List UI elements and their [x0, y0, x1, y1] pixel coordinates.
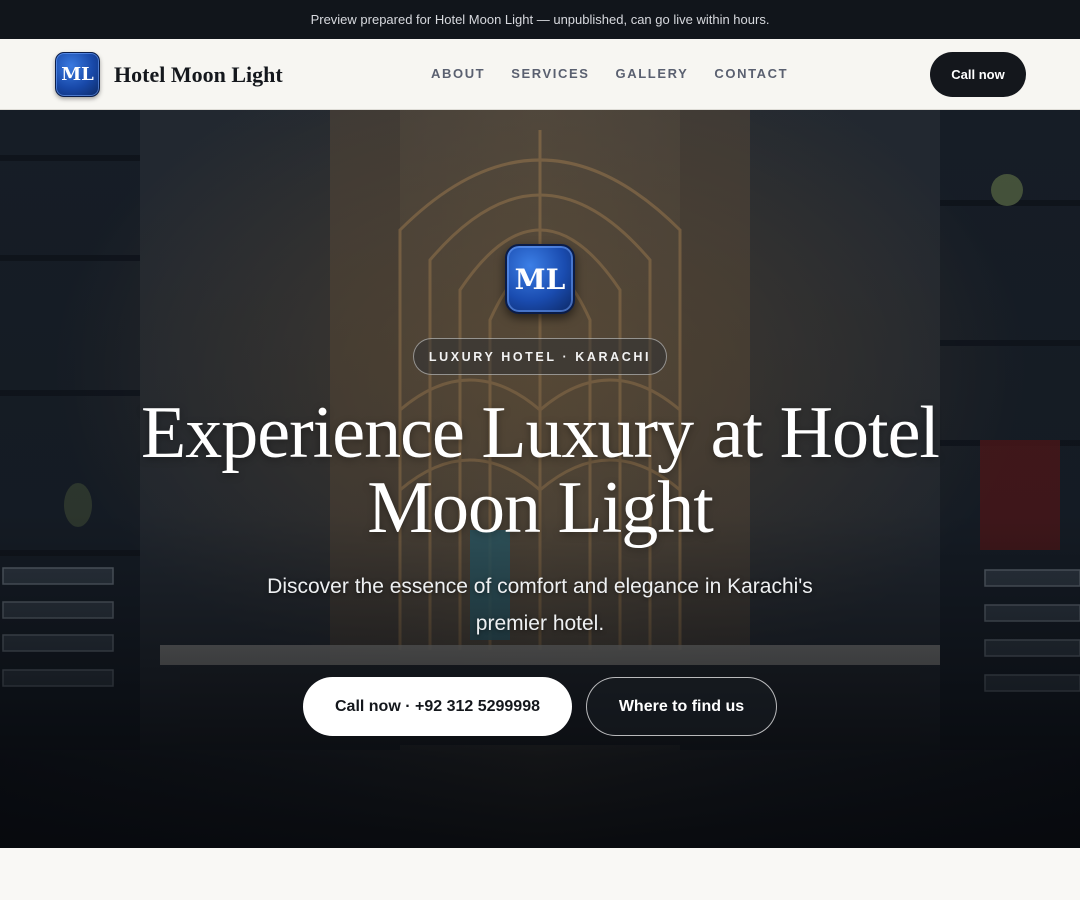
hero-tagline-badge: LUXURY HOTEL · KARACHI [413, 338, 667, 375]
hero-section: ML LUXURY HOTEL · KARACHI Experience Lux… [0, 110, 1080, 848]
nav-services[interactable]: SERVICES [511, 66, 589, 81]
site-header: ML Hotel Moon Light ABOUT SERVICES GALLE… [0, 39, 1080, 110]
preview-banner-text: Preview prepared for Hotel Moon Light — … [310, 12, 770, 27]
main-nav: ABOUT SERVICES GALLERY CONTACT [431, 66, 814, 81]
hero-subtitle: Discover the essence of comfort and eleg… [267, 575, 813, 635]
hero-logo: ML [505, 244, 575, 314]
nav-gallery[interactable]: GALLERY [616, 66, 689, 81]
next-section [0, 848, 1080, 900]
brand[interactable]: ML Hotel Moon Light [55, 52, 283, 97]
nav-contact[interactable]: CONTACT [714, 66, 788, 81]
nav-about[interactable]: ABOUT [431, 66, 485, 81]
hero-logo-text: ML [514, 262, 566, 296]
call-now-button[interactable]: Call now · +92 312 5299998 [303, 677, 572, 736]
find-us-button[interactable]: Where to find us [586, 677, 777, 736]
header-call-button[interactable]: Call now [930, 52, 1026, 97]
brand-name: Hotel Moon Light [114, 61, 283, 87]
brand-logo-text: ML [61, 64, 94, 85]
brand-logo: ML [55, 52, 100, 97]
preview-banner: Preview prepared for Hotel Moon Light — … [0, 0, 1080, 39]
hero-headline: Experience Luxury at Hotel Moon Light [141, 392, 940, 549]
